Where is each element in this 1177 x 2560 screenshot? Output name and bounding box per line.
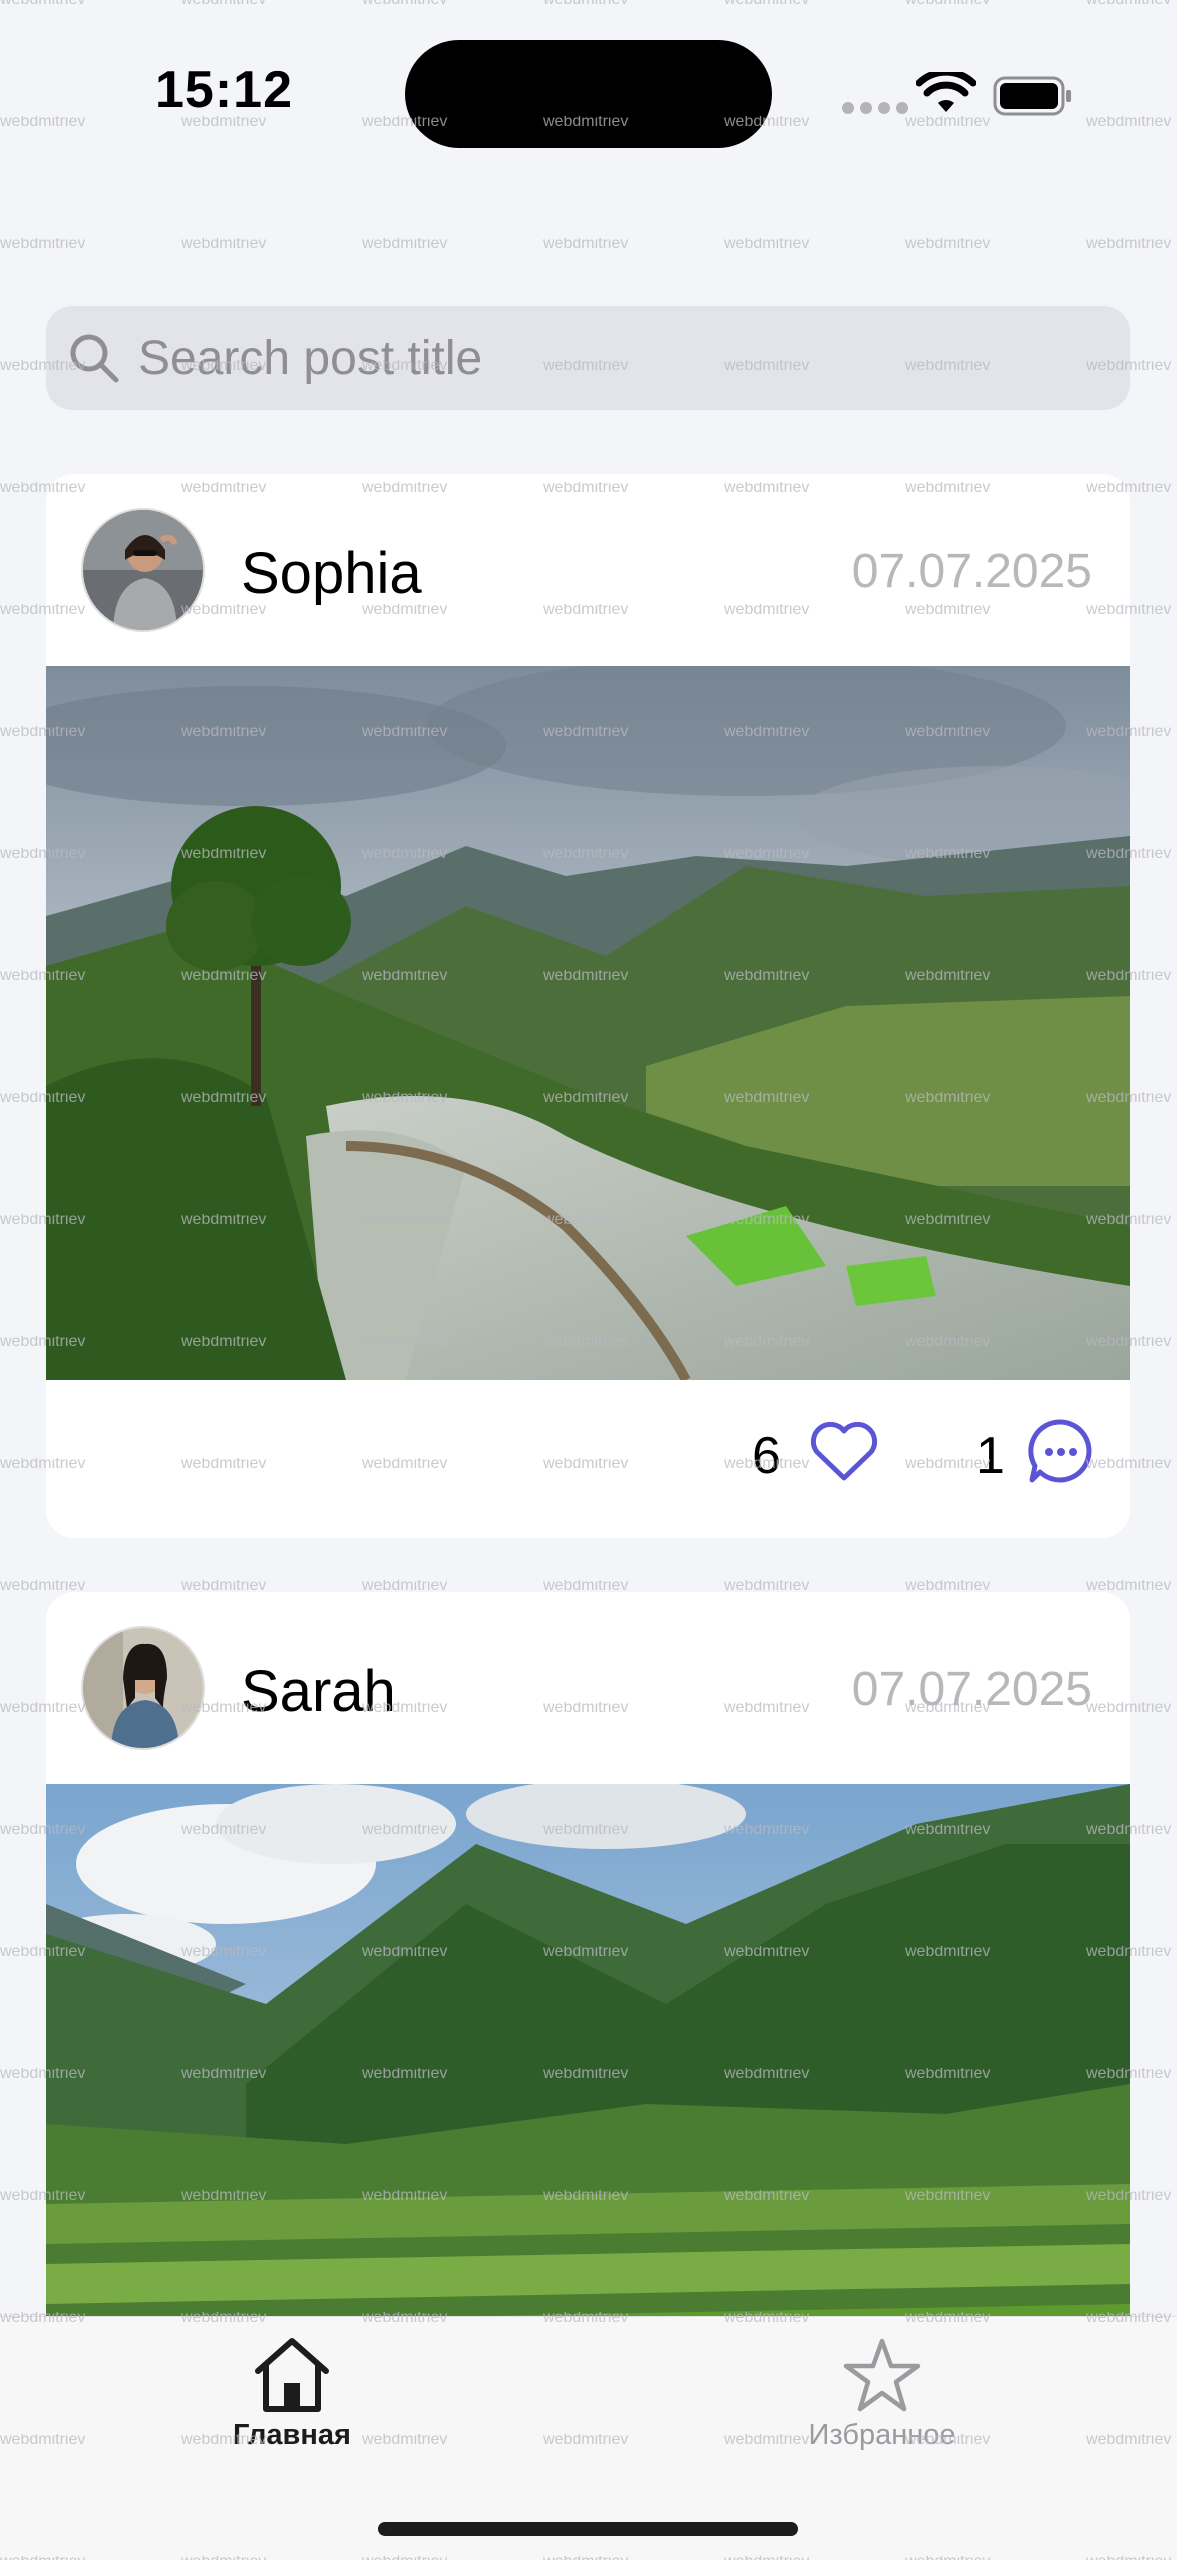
- post-card[interactable]: Sophia 07.07.2025 6 1: [46, 474, 1130, 1538]
- likes-count: 6: [752, 1427, 781, 1485]
- post-header: Sarah 07.07.2025: [46, 1592, 1130, 1784]
- tab-home-label: Главная: [233, 2419, 351, 2451]
- post-footer: 6 1: [46, 1380, 1130, 1538]
- tab-home[interactable]: Главная: [142, 2317, 442, 2452]
- search-icon: [70, 334, 119, 383]
- tab-favorites[interactable]: Избранное: [732, 2317, 1032, 2452]
- post-date: 07.07.2025: [851, 545, 1092, 598]
- post-header: Sophia 07.07.2025: [46, 474, 1130, 666]
- avatar[interactable]: [81, 1626, 205, 1750]
- post-author[interactable]: Sophia: [241, 540, 422, 607]
- post-date: 07.07.2025: [851, 1663, 1092, 1716]
- avatar[interactable]: [81, 508, 205, 632]
- status-bar: 15:12: [0, 0, 1177, 190]
- comment-icon[interactable]: [1026, 1416, 1096, 1486]
- tab-favorites-label: Избранное: [808, 2419, 956, 2451]
- comments-count: 1: [976, 1427, 1005, 1485]
- heart-icon[interactable]: [810, 1422, 878, 1482]
- status-time: 15:12: [155, 61, 293, 119]
- search-input[interactable]: [138, 330, 1098, 386]
- wifi-icon: [916, 72, 976, 112]
- search-bar[interactable]: [46, 306, 1130, 410]
- post-author[interactable]: Sarah: [241, 1658, 396, 1725]
- cellular-signal-icon: [842, 102, 908, 114]
- post-image[interactable]: [46, 666, 1130, 1380]
- battery-icon: [993, 76, 1071, 116]
- home-icon: [255, 2338, 329, 2412]
- home-indicator[interactable]: [378, 2522, 798, 2536]
- dynamic-island: [405, 40, 772, 148]
- star-icon: [843, 2338, 921, 2412]
